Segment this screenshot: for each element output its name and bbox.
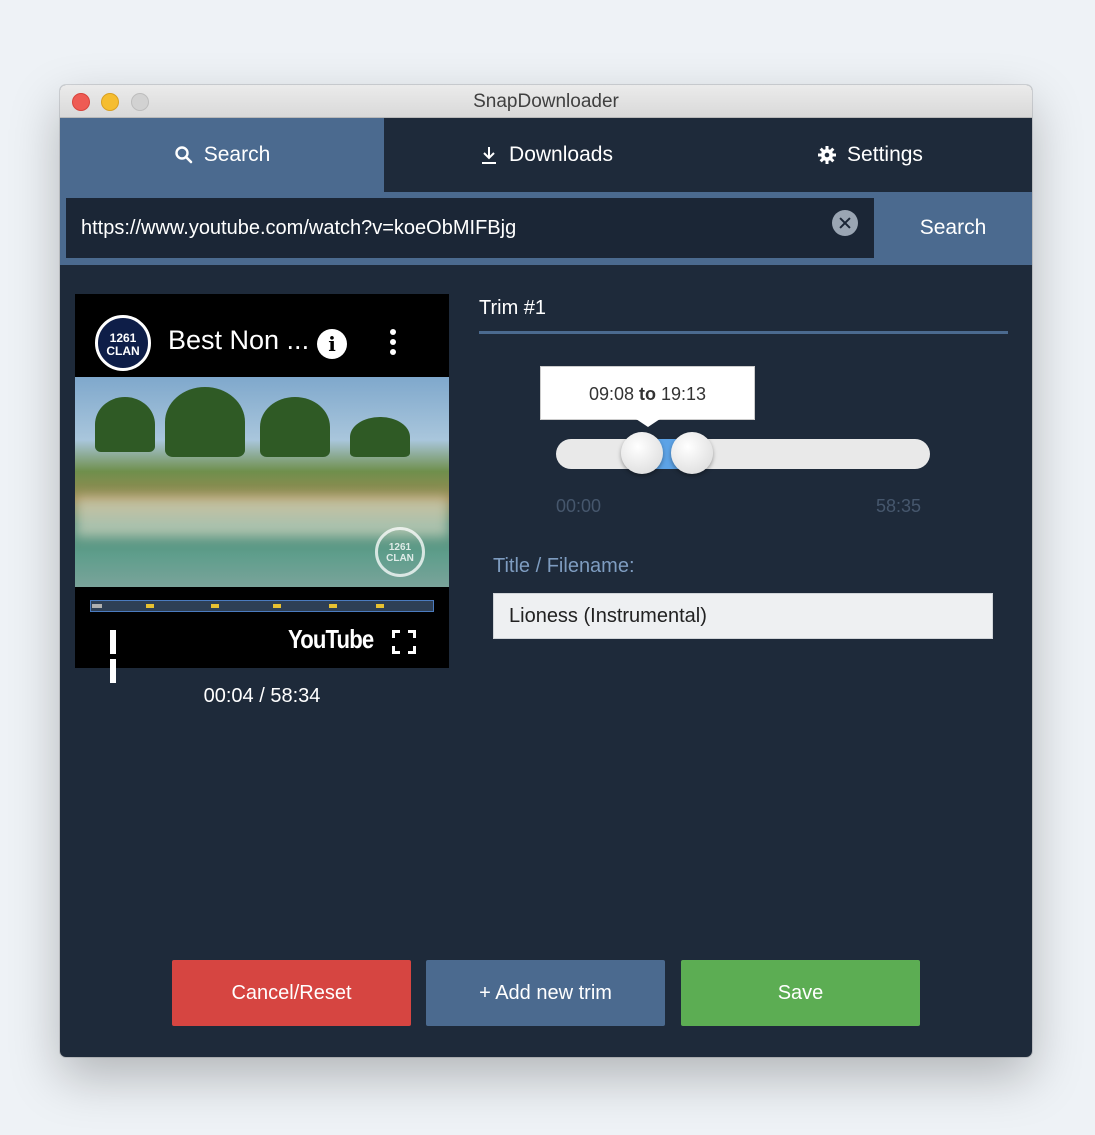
filename-input[interactable]: Lioness (Instrumental) xyxy=(493,593,993,639)
chapter-marker xyxy=(211,604,219,608)
tab-bar: Search Downloads Settings xyxy=(60,118,1032,192)
url-input[interactable]: https://www.youtube.com/watch?v=koeObMIF… xyxy=(66,198,874,258)
app-window: SnapDownloader Search Downloads Settings… xyxy=(60,85,1032,1057)
maximize-window-button[interactable] xyxy=(131,93,149,111)
add-trim-button[interactable]: + Add new trim xyxy=(426,960,665,1026)
gear-icon xyxy=(818,146,837,164)
search-bar: https://www.youtube.com/watch?v=koeObMIF… xyxy=(60,192,1032,265)
channel-avatar[interactable]: 1261 CLAN xyxy=(95,315,151,371)
chapter-marker xyxy=(376,604,384,608)
trim-range-slider[interactable] xyxy=(556,439,930,469)
search-icon xyxy=(175,146,193,164)
video-scenery xyxy=(165,387,245,457)
range-tooltip: 09:08 to 19:13 xyxy=(540,366,755,420)
info-icon[interactable]: i xyxy=(317,329,347,359)
range-max-label: 58:35 xyxy=(876,496,922,516)
tab-search-label: Search xyxy=(203,143,271,166)
tab-downloads-label: Downloads xyxy=(509,143,613,166)
trim-start-handle[interactable] xyxy=(620,432,663,474)
player-header: 1261 CLAN Best Non ... i xyxy=(75,294,449,377)
more-options-icon[interactable] xyxy=(390,329,396,357)
video-scenery xyxy=(350,417,410,457)
range-end-value: 19:13 xyxy=(661,384,707,404)
trim-divider xyxy=(479,331,1008,334)
tab-settings[interactable]: Settings xyxy=(708,118,1032,192)
window-title: SnapDownloader xyxy=(473,91,619,112)
chapter-marker xyxy=(146,604,154,608)
tab-search[interactable]: Search xyxy=(60,118,384,192)
tooltip-arrow xyxy=(636,419,660,427)
tab-settings-label: Settings xyxy=(847,143,923,166)
range-min-label: 00:00 xyxy=(556,496,602,516)
range-start-value: 09:08 xyxy=(588,384,634,404)
download-icon xyxy=(482,147,497,164)
trim-title: Trim #1 xyxy=(479,297,547,319)
youtube-logo[interactable]: YouTube xyxy=(288,624,374,655)
cancel-reset-button[interactable]: Cancel/Reset xyxy=(172,960,411,1026)
video-player[interactable]: 1261 CLAN Best Non ... i 1261 CLAN YouTu… xyxy=(75,294,449,683)
close-window-button[interactable] xyxy=(72,93,90,111)
channel-watermark: 1261 CLAN xyxy=(375,527,425,577)
clear-url-icon[interactable] xyxy=(832,210,858,236)
range-connector: to xyxy=(639,384,656,404)
minimize-window-button[interactable] xyxy=(101,93,119,111)
chapter-marker xyxy=(273,604,281,608)
tab-downloads[interactable]: Downloads xyxy=(384,118,708,192)
video-title[interactable]: Best Non ... xyxy=(168,325,309,356)
search-button[interactable]: Search xyxy=(874,198,1032,258)
video-scenery xyxy=(260,397,330,457)
pause-icon[interactable] xyxy=(110,630,130,683)
filename-label: Title / Filename: xyxy=(493,555,635,577)
video-frame[interactable]: 1261 CLAN xyxy=(75,377,449,587)
title-bar: SnapDownloader xyxy=(60,85,1032,118)
player-progress-bar[interactable] xyxy=(90,600,434,612)
fullscreen-icon[interactable] xyxy=(392,630,416,654)
save-button[interactable]: Save xyxy=(681,960,920,1026)
player-progress-fill xyxy=(92,604,102,608)
chapter-marker xyxy=(329,604,337,608)
playback-time: 00:04 / 58:34 xyxy=(203,685,321,707)
video-scenery xyxy=(95,397,155,452)
